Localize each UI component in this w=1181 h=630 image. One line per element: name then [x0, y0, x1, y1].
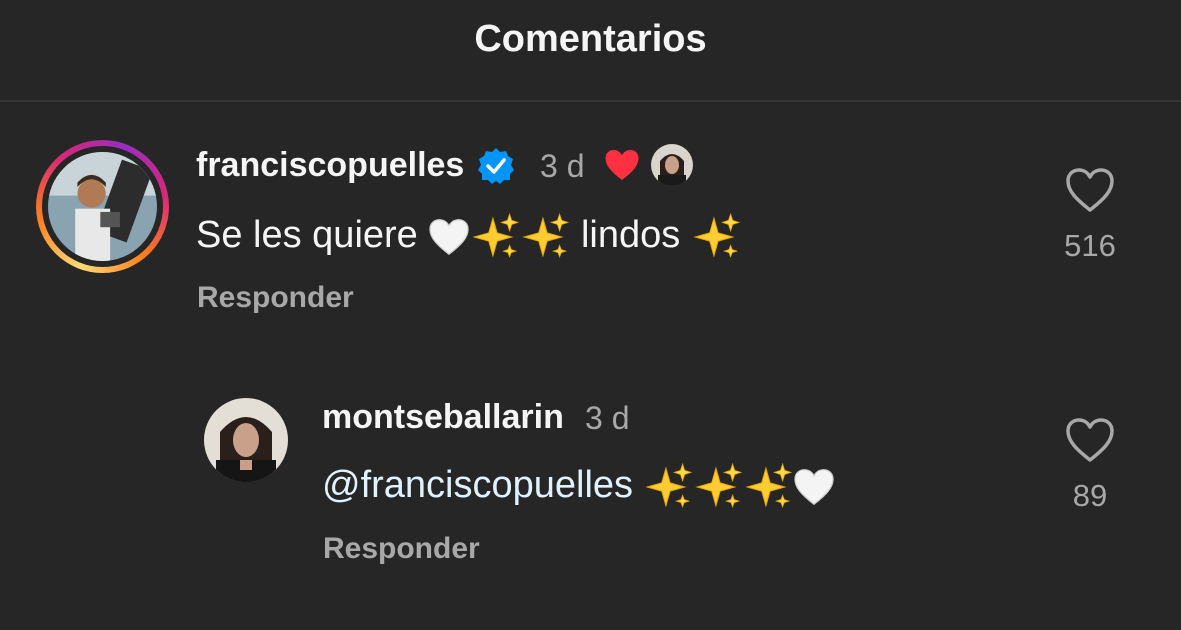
heart-outline-icon[interactable]: [1064, 416, 1116, 464]
page-title: Comentarios: [474, 18, 707, 60]
sparkles-emoji: [520, 212, 570, 262]
sparkles-emoji: [693, 462, 743, 512]
sparkles-emoji: [743, 462, 793, 512]
reply-text: @franciscopuelles: [322, 462, 835, 512]
reply-username[interactable]: montseballarin: [322, 398, 564, 437]
heart-outline-icon[interactable]: [1064, 166, 1116, 214]
avatar[interactable]: [48, 152, 157, 261]
story-ring[interactable]: [36, 140, 169, 273]
mention-link[interactable]: @franciscopuelles: [322, 464, 633, 506]
comment-time: 3 d: [540, 148, 585, 184]
white-heart-emoji: [793, 468, 835, 506]
red-heart-icon: [605, 150, 639, 180]
sparkles-emoji: [470, 212, 520, 262]
comments-header: Comentarios: [0, 0, 1181, 102]
white-heart-emoji: [428, 218, 470, 256]
comment-username[interactable]: franciscopuelles: [196, 146, 464, 185]
verified-badge-icon: [478, 148, 514, 184]
author-avatar: [651, 144, 693, 186]
avatar[interactable]: [204, 398, 288, 482]
reply-button[interactable]: Responder: [323, 532, 480, 566]
sparkles-emoji: [691, 212, 741, 262]
like-count: 516: [1064, 228, 1116, 263]
reply-button[interactable]: Responder: [197, 281, 354, 315]
like-count: 89: [1072, 478, 1108, 513]
comment-text: Se les quiere lindos: [196, 212, 741, 262]
reply-time: 3 d: [585, 400, 630, 436]
sparkles-emoji: [643, 462, 693, 512]
